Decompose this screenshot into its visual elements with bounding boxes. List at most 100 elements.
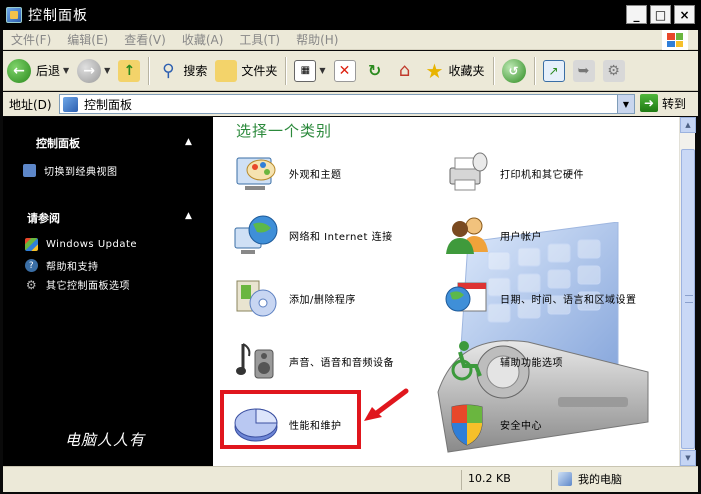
status-bar: 10.2 KB 我的电脑 bbox=[3, 466, 698, 492]
menu-file[interactable]: 文件(F) bbox=[11, 31, 51, 48]
category-label: 辅助功能选项 bbox=[500, 357, 563, 369]
minimize-button[interactable]: _ bbox=[626, 5, 647, 24]
category-label: 打印机和其它硬件 bbox=[500, 169, 584, 181]
menu-view[interactable]: 查看(V) bbox=[124, 31, 166, 48]
category-appearance[interactable]: 外观和主题 bbox=[233, 150, 342, 196]
category-security-center[interactable]: 安全中心 bbox=[444, 401, 542, 447]
other-options-label: 其它控制面板选项 bbox=[46, 281, 130, 292]
windows-logo-icon bbox=[662, 30, 688, 50]
watermark-text: 电脑人人有 bbox=[65, 431, 146, 449]
favorites-button[interactable]: ★ 收藏夹 bbox=[420, 55, 489, 87]
go-button[interactable]: ➜ 转到 bbox=[640, 94, 686, 112]
printer-icon bbox=[449, 152, 488, 191]
category-label: 声音、语音和音频设备 bbox=[289, 357, 394, 369]
copy-to-button[interactable]: ➥ bbox=[569, 55, 599, 87]
home-button[interactable]: ⌂ bbox=[390, 55, 420, 87]
scroll-thumb[interactable] bbox=[681, 149, 695, 449]
status-divider bbox=[551, 470, 552, 490]
collapse-icon[interactable]: ▲ bbox=[185, 137, 192, 147]
toolbar: ← 后退 ▼ → ▼ ↑ ⚲ 搜索 文件夹 ▦ ▼ ✕ ↻ ⌂ ★ 收藏夹 ↺ … bbox=[3, 51, 698, 91]
address-dropdown-icon[interactable]: ▼ bbox=[617, 95, 634, 113]
close-button[interactable]: × bbox=[674, 5, 695, 24]
back-label: 后退 bbox=[36, 64, 61, 78]
settings-icon: ⚙ bbox=[602, 59, 625, 82]
category-accessibility[interactable]: 辅助功能选项 bbox=[444, 338, 563, 384]
toolbar-separator bbox=[148, 56, 150, 85]
category-label: 日期、时间、语言和区域设置 bbox=[500, 294, 637, 306]
category-sound-audio[interactable]: 声音、语音和音频设备 bbox=[233, 338, 394, 384]
help-icon: ? bbox=[25, 259, 38, 272]
control-panel-section-title[interactable]: 控制面板 bbox=[36, 135, 80, 151]
category-label: 外观和主题 bbox=[289, 169, 342, 181]
up-folder-icon: ↑ bbox=[118, 59, 141, 82]
gear-icon: ⚙ bbox=[25, 277, 38, 292]
title-bar[interactable]: 控制面板 _ □ × bbox=[0, 0, 701, 30]
category-add-remove-programs[interactable]: 添加/删除程序 bbox=[233, 275, 356, 321]
move-to-icon: ↗ bbox=[542, 59, 565, 82]
menu-edit[interactable]: 编辑(E) bbox=[67, 31, 108, 48]
classic-view-icon bbox=[23, 164, 36, 177]
collapse-icon[interactable]: ▲ bbox=[185, 211, 192, 221]
my-computer-icon bbox=[558, 472, 572, 486]
category-user-accounts[interactable]: 用户帐户 bbox=[444, 212, 542, 258]
control-panel-icon bbox=[6, 7, 22, 23]
delete-button[interactable]: ✕ bbox=[330, 55, 360, 87]
folders-label: 文件夹 bbox=[241, 64, 278, 78]
address-label: 地址(D) bbox=[9, 97, 52, 112]
security-icon bbox=[451, 404, 483, 446]
undo-button[interactable]: ⚙ bbox=[599, 55, 629, 87]
scroll-up-icon[interactable]: ▲ bbox=[680, 117, 696, 133]
help-support-link[interactable]: ? 帮助和支持 bbox=[25, 258, 99, 273]
windows-update-link[interactable]: Windows Update bbox=[25, 238, 137, 251]
search-icon: ⚲ bbox=[162, 60, 175, 81]
pick-category-heading: 选择一个类别 bbox=[236, 122, 333, 140]
scroll-down-icon[interactable]: ▼ bbox=[680, 450, 696, 466]
task-pane: 控制面板 ▲ 切换到经典视图 请参阅 ▲ Windows Update ? 帮助… bbox=[3, 117, 213, 466]
address-input[interactable]: 控制面板 ▼ bbox=[59, 94, 635, 114]
category-network[interactable]: 网络和 Internet 连接 bbox=[233, 212, 393, 258]
folders-button[interactable]: 文件夹 bbox=[211, 55, 281, 87]
forward-arrow-icon: → bbox=[77, 58, 102, 83]
history-button[interactable]: ↺ bbox=[498, 55, 530, 87]
status-divider bbox=[461, 470, 462, 490]
search-button[interactable]: ⚲ 搜索 bbox=[153, 55, 211, 87]
category-date-time-language[interactable]: 日期、时间、语言和区域设置 bbox=[444, 275, 637, 321]
menu-favorites[interactable]: 收藏(A) bbox=[182, 31, 224, 48]
go-arrow-icon: ➜ bbox=[640, 94, 658, 112]
move-to-button[interactable]: ↗ bbox=[539, 55, 569, 87]
history-icon: ↺ bbox=[501, 58, 526, 83]
see-also-section-title[interactable]: 请参阅 bbox=[27, 210, 60, 226]
switch-classic-view-link[interactable]: 切换到经典视图 bbox=[23, 163, 118, 178]
vertical-scrollbar[interactable]: ▲ ▼ bbox=[679, 117, 696, 466]
menu-bar: 文件(F) 编辑(E) 查看(V) 收藏(A) 工具(T) 帮助(H) bbox=[3, 30, 698, 50]
menu-help[interactable]: 帮助(H) bbox=[296, 31, 338, 48]
category-printers[interactable]: 打印机和其它硬件 bbox=[444, 150, 584, 196]
address-value: 控制面板 bbox=[84, 97, 133, 112]
back-button[interactable]: ← 后退 ▼ bbox=[3, 55, 73, 87]
views-dropdown-icon[interactable]: ▼ bbox=[319, 66, 325, 75]
refresh-button[interactable]: ↻ bbox=[360, 55, 390, 87]
maximize-button[interactable]: □ bbox=[650, 5, 671, 24]
delete-icon: ✕ bbox=[333, 59, 356, 82]
menu-tools[interactable]: 工具(T) bbox=[239, 31, 280, 48]
pointer-arrow-icon bbox=[364, 388, 409, 421]
up-folder-button[interactable]: ↑ bbox=[114, 55, 144, 87]
other-options-link[interactable]: ⚙ 其它控制面板选项 bbox=[25, 277, 130, 293]
network-icon bbox=[234, 215, 278, 254]
back-dropdown-icon[interactable]: ▼ bbox=[63, 66, 69, 75]
status-location: 我的电脑 bbox=[558, 471, 622, 487]
forward-button[interactable]: → ▼ bbox=[73, 55, 114, 87]
forward-dropdown-icon[interactable]: ▼ bbox=[104, 66, 110, 75]
help-support-label: 帮助和支持 bbox=[46, 262, 99, 273]
window-title: 控制面板 bbox=[28, 8, 88, 24]
toolbar-separator bbox=[492, 56, 494, 85]
address-bar: 地址(D) 控制面板 ▼ ➜ 转到 bbox=[3, 92, 698, 116]
copy-to-icon: ➥ bbox=[572, 59, 595, 82]
windows-update-icon bbox=[25, 238, 38, 251]
category-label: 添加/删除程序 bbox=[289, 294, 356, 306]
views-button[interactable]: ▦ ▼ bbox=[290, 55, 329, 87]
users-icon bbox=[446, 217, 488, 254]
control-panel-icon bbox=[63, 96, 78, 112]
accessibility-icon bbox=[451, 341, 482, 381]
back-arrow-icon: ← bbox=[7, 58, 31, 83]
